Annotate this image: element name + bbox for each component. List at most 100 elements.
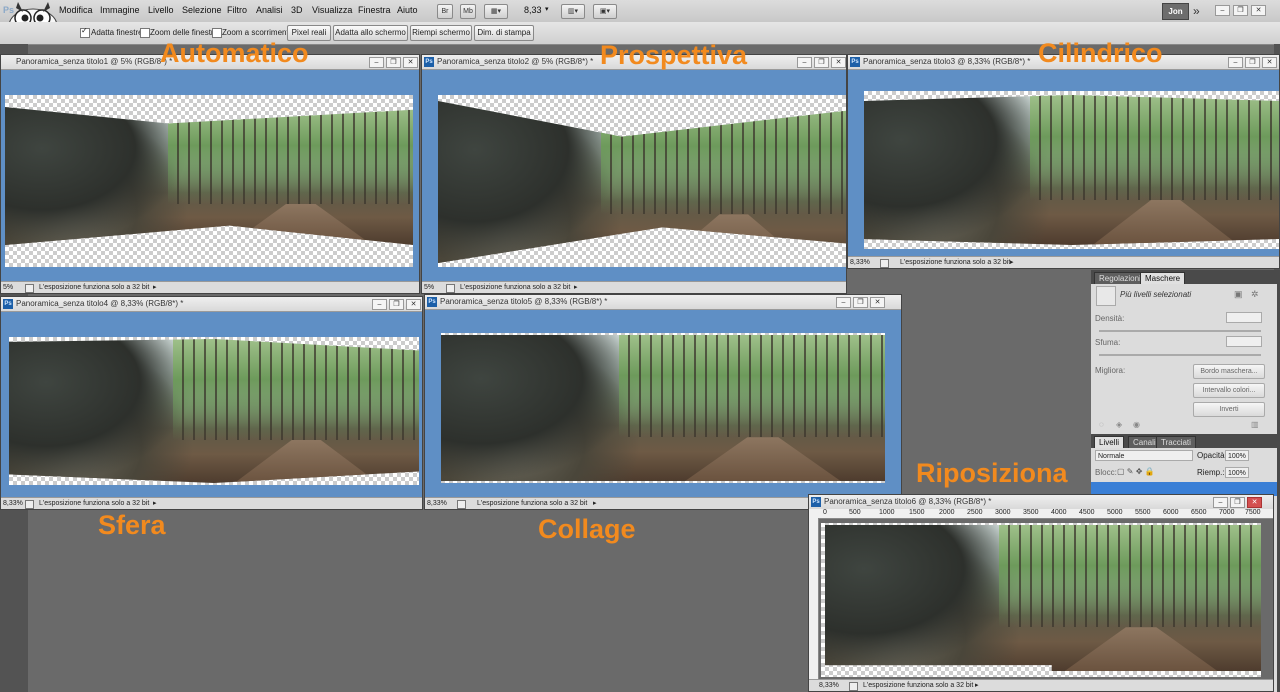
status-menu-arrow-icon[interactable]: ▸: [593, 498, 597, 509]
tab-regolazioni[interactable]: Regolazioni: [1094, 272, 1146, 284]
trash-icon[interactable]: ▥: [1251, 420, 1259, 429]
add-pixel-mask-icon[interactable]: ▣: [1234, 289, 1243, 300]
adatta-schermo-button[interactable]: Adatta allo schermo: [333, 25, 408, 41]
zoom-value[interactable]: 8,33%: [850, 257, 870, 268]
menu-modifica[interactable]: Modifica: [59, 5, 93, 15]
zoom-value[interactable]: 5%: [3, 282, 13, 293]
document-window-1[interactable]: Panoramica_senza titolo1 @ 5% (RGB/8*) *…: [0, 54, 420, 294]
densita-slider[interactable]: [1099, 330, 1261, 332]
close-button[interactable]: ✕: [406, 299, 421, 310]
workspace-button[interactable]: Jon: [1162, 3, 1189, 20]
zoom-finestre-checkbox[interactable]: [140, 28, 150, 38]
app-minimize-button[interactable]: –: [1215, 5, 1230, 16]
close-button[interactable]: ✕: [1247, 497, 1262, 508]
tab-tracciati[interactable]: Tracciati: [1156, 436, 1196, 448]
status-icon[interactable]: [25, 284, 34, 293]
window-title-bar[interactable]: Ps Panoramica_senza titolo6 @ 8,33% (RGB…: [809, 495, 1273, 510]
zoom-value[interactable]: 8,33%: [427, 498, 447, 509]
horizontal-ruler[interactable]: 0 500 1000 1500 2000 2500 3000 3500 4000…: [809, 509, 1273, 519]
arrange-documents-button[interactable]: ▥▾: [561, 4, 585, 19]
chevron-down-icon[interactable]: ▾: [545, 5, 549, 13]
view-extras-button[interactable]: ▦▾: [484, 4, 508, 19]
canvas-transparency[interactable]: [864, 91, 1279, 249]
add-vector-mask-icon[interactable]: ✲: [1251, 289, 1259, 300]
status-menu-arrow-icon[interactable]: ▸: [1010, 257, 1014, 268]
status-menu-arrow-icon[interactable]: ▸: [574, 282, 578, 293]
minimize-button[interactable]: –: [369, 57, 384, 68]
opacita-input[interactable]: 100%: [1225, 450, 1249, 461]
maximize-button[interactable]: ❐: [386, 57, 401, 68]
intervallo-colori-button[interactable]: Intervallo colori...: [1193, 383, 1265, 398]
densita-input[interactable]: [1226, 312, 1262, 323]
riempi-schermo-button[interactable]: Riempi schermo: [410, 25, 472, 41]
dim-stampa-button[interactable]: Dim. di stampa: [474, 25, 534, 41]
ps-app-icon[interactable]: Ps: [3, 5, 14, 15]
menu-livello[interactable]: Livello: [148, 5, 174, 15]
status-icon[interactable]: [25, 500, 34, 509]
minimize-button[interactable]: –: [836, 297, 851, 308]
zoom-level-dropdown[interactable]: 8,33: [524, 5, 542, 15]
screen-mode-button[interactable]: ▣▾: [593, 4, 617, 19]
canvas-transparency[interactable]: [438, 95, 846, 267]
adatta-finestre-checkbox[interactable]: [80, 26, 90, 38]
window-title-bar[interactable]: Ps Panoramica_senza titolo5 @ 8,33% (RGB…: [425, 295, 901, 310]
status-icon[interactable]: [446, 284, 455, 293]
close-button[interactable]: ✕: [1262, 57, 1277, 68]
status-menu-arrow-icon[interactable]: ▸: [975, 680, 979, 691]
status-menu-arrow-icon[interactable]: ▸: [153, 498, 157, 509]
close-button[interactable]: ✕: [870, 297, 885, 308]
maximize-button[interactable]: ❐: [389, 299, 404, 310]
canvas-transparency[interactable]: [821, 523, 1261, 677]
menu-visualizza[interactable]: Visualizza: [312, 5, 352, 15]
vertical-ruler[interactable]: [809, 518, 819, 682]
zoom-scorrimento-checkbox[interactable]: [212, 28, 222, 38]
menu-filtro[interactable]: Filtro: [227, 5, 247, 15]
document-window-3[interactable]: Ps Panoramica_senza titolo3 @ 8,33% (RGB…: [847, 54, 1280, 269]
close-button[interactable]: ✕: [403, 57, 418, 68]
lock-icons[interactable]: ▢ ✎ ✥ 🔒: [1117, 467, 1155, 476]
blend-mode-select[interactable]: Normale: [1095, 450, 1193, 461]
maximize-button[interactable]: ❐: [814, 57, 829, 68]
minimize-button[interactable]: –: [797, 57, 812, 68]
apply-mask-icon[interactable]: ◈: [1116, 420, 1122, 429]
menu-finestra[interactable]: Finestra: [358, 5, 391, 15]
bridge-button[interactable]: Br: [437, 4, 453, 19]
visibility-icon[interactable]: ◉: [1133, 420, 1140, 429]
app-restore-button[interactable]: ❐: [1233, 5, 1248, 16]
minimize-button[interactable]: –: [1213, 497, 1228, 508]
status-menu-arrow-icon[interactable]: ▸: [153, 282, 157, 293]
window-title-bar[interactable]: Ps Panoramica_senza titolo4 @ 8,33% (RGB…: [1, 297, 422, 312]
sfuma-input[interactable]: [1226, 336, 1262, 347]
maximize-button[interactable]: ❐: [1245, 57, 1260, 68]
status-icon[interactable]: [880, 259, 889, 268]
document-window-5[interactable]: Ps Panoramica_senza titolo5 @ 8,33% (RGB…: [424, 294, 902, 510]
menu-selezione[interactable]: Selezione: [182, 5, 222, 15]
riempimento-input[interactable]: 100%: [1225, 467, 1249, 478]
document-window-4[interactable]: Ps Panoramica_senza titolo4 @ 8,33% (RGB…: [0, 296, 423, 510]
menu-aiuto[interactable]: Aiuto: [397, 5, 418, 15]
zoom-value[interactable]: 8,33%: [3, 498, 23, 509]
canvas-transparency[interactable]: [441, 333, 885, 483]
minimize-button[interactable]: –: [372, 299, 387, 310]
status-icon[interactable]: [849, 682, 858, 691]
sfuma-slider[interactable]: [1099, 354, 1261, 356]
minibridge-button[interactable]: Mb: [460, 4, 476, 19]
menu-3d[interactable]: 3D: [291, 5, 303, 15]
zoom-value[interactable]: 8,33%: [819, 680, 839, 691]
tab-maschere[interactable]: Maschere: [1140, 272, 1186, 284]
maximize-button[interactable]: ❐: [853, 297, 868, 308]
status-icon[interactable]: [457, 500, 466, 509]
canvas-transparency[interactable]: [5, 95, 413, 267]
maximize-button[interactable]: ❐: [1230, 497, 1245, 508]
bordo-maschera-button[interactable]: Bordo maschera...: [1193, 364, 1265, 379]
tab-livelli[interactable]: Livelli: [1094, 436, 1125, 448]
app-close-button[interactable]: ✕: [1251, 5, 1266, 16]
inverti-button[interactable]: Inverti: [1193, 402, 1265, 417]
menu-analisi[interactable]: Analisi: [256, 5, 283, 15]
document-window-2[interactable]: Ps Panoramica_senza titolo2 @ 5% (RGB/8*…: [421, 54, 847, 294]
double-chevron-right-icon[interactable]: »: [1193, 4, 1200, 18]
close-button[interactable]: ✕: [831, 57, 846, 68]
load-selection-icon[interactable]: ◌: [1099, 420, 1104, 429]
menu-immagine[interactable]: Immagine: [100, 5, 140, 15]
document-window-6[interactable]: Ps Panoramica_senza titolo6 @ 8,33% (RGB…: [808, 494, 1274, 692]
